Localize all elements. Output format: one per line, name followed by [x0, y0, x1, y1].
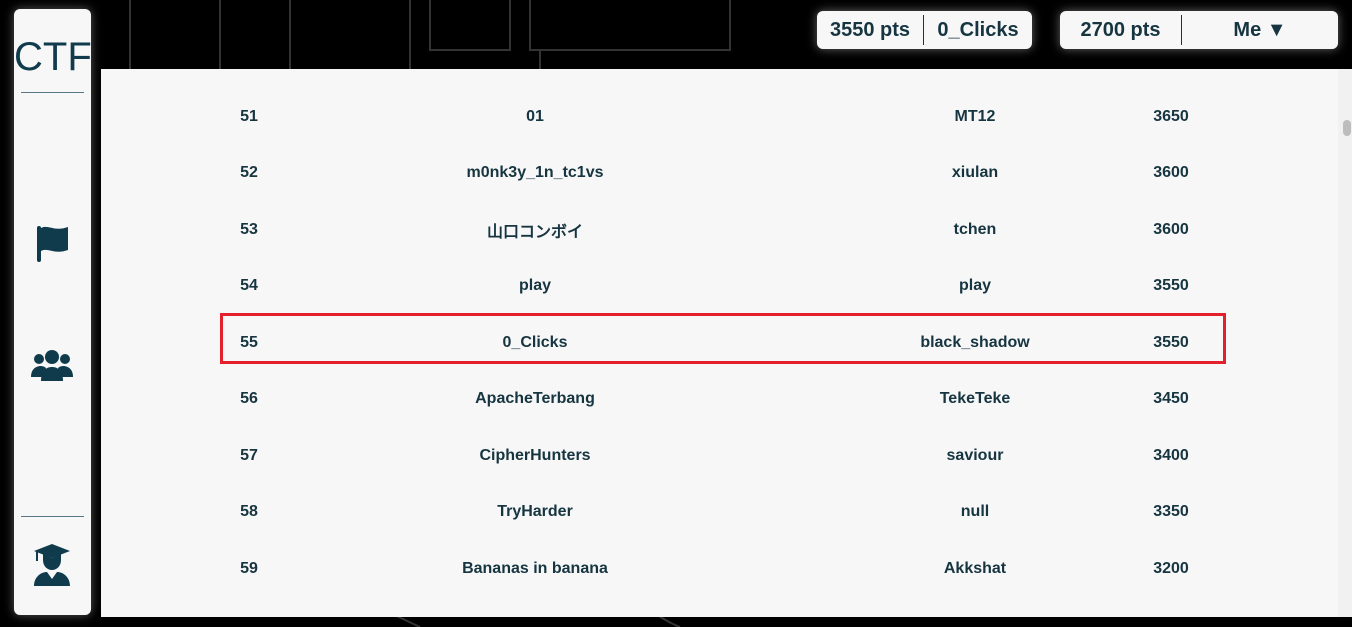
table-row[interactable]: 57 CipherHunters saviour 3400 — [101, 436, 1338, 476]
sidebar-item-challenges[interactable] — [28, 219, 76, 267]
team-name-cell: m0nk3y_1n_tc1vs — [466, 164, 604, 181]
rank-cell: 52 — [240, 164, 258, 181]
rank-cell: 59 — [240, 560, 258, 577]
team-name-cell: ApacheTerbang — [475, 390, 595, 407]
username-cell: MT12 — [954, 108, 996, 125]
table-row[interactable]: 54 play play 3550 — [101, 266, 1338, 306]
table-row[interactable]: 53 山口コンボイ tchen 3600 — [101, 210, 1338, 250]
username-cell: black_shadow — [920, 334, 1030, 351]
rank-cell: 53 — [240, 221, 258, 238]
team-name-cell: 01 — [526, 108, 544, 125]
points-cell: 3600 — [1153, 164, 1189, 181]
points-cell: 3200 — [1153, 560, 1189, 577]
sidebar-item-profile[interactable] — [28, 541, 76, 589]
team-name-cell: 0_Clicks — [502, 334, 568, 351]
scrollbar-thumb[interactable] — [1343, 120, 1351, 136]
points-cell: 3400 — [1153, 447, 1189, 464]
table-row[interactable]: 56 ApacheTerbang TekeTeke 3450 — [101, 379, 1338, 419]
points-cell: 3550 — [1153, 277, 1189, 294]
users-icon — [31, 350, 73, 381]
team-name-cell: CipherHunters — [479, 447, 591, 464]
team-name: 0_Clicks — [937, 18, 1019, 41]
points-cell: 3650 — [1153, 108, 1189, 125]
username-cell: Akkshat — [943, 560, 1007, 577]
sidebar-divider-bottom — [21, 516, 84, 517]
table-row[interactable]: 58 TryHarder null 3350 — [101, 492, 1338, 532]
points-cell: 3550 — [1153, 334, 1189, 351]
user-points: 2700 pts — [1080, 18, 1161, 41]
rank-cell: 56 — [240, 390, 258, 407]
rank-cell: 51 — [240, 108, 258, 125]
table-row[interactable]: 52 m0nk3y_1n_tc1vs xiulan 3600 — [101, 153, 1338, 193]
username-cell: saviour — [946, 447, 1004, 464]
username-cell: xiulan — [951, 164, 999, 181]
points-cell: 3450 — [1153, 390, 1189, 407]
flag-icon — [37, 226, 68, 262]
sidebar-divider-top — [21, 92, 84, 93]
team-score-pill[interactable]: 3550 pts 0_Clicks — [817, 11, 1032, 49]
rank-cell: 54 — [240, 277, 258, 294]
sidebar: CTF — [14, 9, 92, 615]
username-cell: play — [958, 277, 991, 294]
graduate-icon — [34, 544, 70, 586]
table-row[interactable]: 51 01 MT12 3650 — [101, 97, 1338, 137]
rank-cell: 55 — [240, 334, 258, 351]
app-logo[interactable]: CTF — [14, 35, 92, 80]
username-cell: TekeTeke — [939, 390, 1011, 407]
sidebar-item-teams[interactable] — [28, 341, 76, 389]
team-name-cell: TryHarder — [497, 503, 573, 520]
user-score-pill: 2700 pts Me ▼ — [1060, 11, 1338, 49]
points-cell: 3600 — [1153, 221, 1189, 238]
username-cell: tchen — [953, 221, 997, 238]
username-cell: null — [960, 503, 990, 520]
scoreboard-panel: 51 01 MT12 3650 52 m0nk3y_1n_tc1vs xiulan 3600 5… — [101, 69, 1338, 617]
team-points: 3550 pts — [829, 18, 911, 41]
team-name-cell: Bananas in banana — [462, 560, 608, 577]
user-menu-dropdown[interactable]: Me ▼ — [1182, 11, 1338, 49]
table-row[interactable]: 55 0_Clicks black_shadow 3550 — [101, 323, 1338, 363]
scrollbar-track[interactable] — [1338, 69, 1352, 617]
points-cell: 3350 — [1153, 503, 1189, 520]
rank-cell: 57 — [240, 447, 258, 464]
table-row[interactable]: 59 Bananas in banana Akkshat 3200 — [101, 549, 1338, 589]
team-name-cell: play — [518, 277, 551, 294]
rank-cell: 58 — [240, 503, 258, 520]
team-name-cell: 山口コンボイ — [486, 224, 583, 241]
